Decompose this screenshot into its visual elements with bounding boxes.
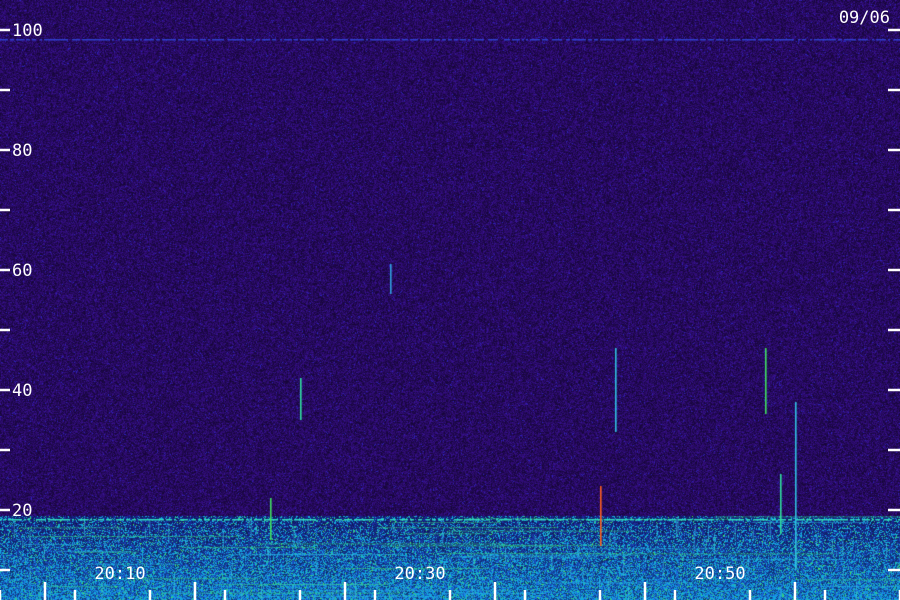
y-tick-label: 100 <box>12 21 43 41</box>
date-label: 09/06 <box>839 8 890 28</box>
y-tick-label: 40 <box>12 381 32 401</box>
x-tick-label: 20:30 <box>394 564 445 584</box>
x-tick-label: 20:50 <box>694 564 745 584</box>
axes-overlay: 20 40 60 80 100 20:10 20:30 20:50 09/06 <box>0 0 900 600</box>
x-tick-label: 20:10 <box>94 564 145 584</box>
y-tick-label: 60 <box>12 261 32 281</box>
x-axis: 20:10 20:30 20:50 <box>0 564 900 600</box>
spectrogram-chart: 20 40 60 80 100 20:10 20:30 20:50 09/06 <box>0 0 900 600</box>
y-axis: 20 40 60 80 100 <box>0 21 43 570</box>
y-tick-label: 80 <box>12 141 32 161</box>
y-tick-label: 20 <box>12 501 32 521</box>
y-axis-right <box>888 30 900 570</box>
